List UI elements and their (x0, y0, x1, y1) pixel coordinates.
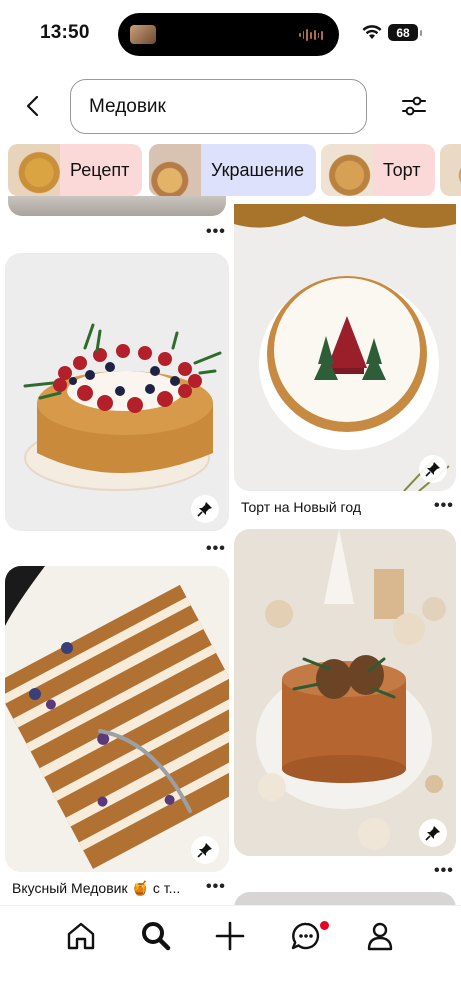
pin-caption: Торт на Новый год (241, 499, 361, 515)
create-plus-icon[interactable] (214, 920, 246, 952)
chip-thumbnail (440, 144, 461, 196)
search-icon[interactable] (140, 920, 172, 952)
related-searches-bar: Рецепт Украшение Торт (8, 144, 461, 196)
wifi-icon (362, 25, 382, 39)
status-time: 13:50 (40, 22, 90, 43)
home-icon[interactable] (65, 920, 97, 952)
chip-thumbnail (8, 144, 60, 196)
pin-image-honey-cake-berries (5, 253, 229, 531)
chip-more[interactable] (440, 144, 461, 196)
pin-image-honey-cake-slice (5, 566, 229, 872)
pin-image-winter-honey-cake (234, 529, 456, 856)
save-pin-button[interactable] (191, 836, 219, 864)
pushpin-icon (197, 843, 212, 858)
chip-decoration[interactable]: Украшение (149, 144, 316, 196)
filter-sliders-icon[interactable] (400, 94, 428, 118)
pin-card-partial[interactable] (8, 196, 226, 216)
pin-card[interactable] (5, 566, 229, 872)
save-pin-button[interactable] (419, 819, 447, 847)
messages-icon[interactable] (290, 920, 322, 952)
chip-thumbnail (149, 144, 201, 196)
chip-recipe[interactable]: Рецепт (8, 144, 142, 196)
pushpin-icon (197, 502, 212, 517)
pin-card[interactable] (234, 204, 456, 491)
pin-card[interactable] (5, 253, 229, 531)
profile-icon[interactable] (364, 920, 396, 952)
back-arrow-icon[interactable] (22, 94, 46, 118)
dynamic-island[interactable] (118, 13, 339, 56)
chip-label: Украшение (211, 159, 304, 180)
pushpin-icon (425, 462, 440, 477)
chip-label: Торт (383, 159, 421, 180)
pin-more-button[interactable]: ••• (206, 223, 226, 241)
chip-cake[interactable]: Торт (321, 144, 435, 196)
pin-more-button[interactable]: ••• (434, 862, 454, 880)
pin-card[interactable] (234, 529, 456, 856)
save-pin-button[interactable] (419, 455, 447, 483)
pin-image-new-year-cake (234, 204, 456, 491)
battery-indicator: 68 (388, 24, 422, 41)
save-pin-button[interactable] (191, 495, 219, 523)
status-bar: 13:50 68 (0, 0, 461, 64)
bottom-tab-bar (0, 905, 461, 1000)
pin-more-button[interactable]: ••• (434, 497, 454, 515)
notification-badge (320, 921, 329, 930)
chip-label: Рецепт (70, 159, 130, 180)
search-input[interactable]: Медовик (70, 79, 367, 134)
chip-thumbnail (321, 144, 373, 196)
pushpin-icon (425, 826, 440, 841)
pin-caption: Вкусный Медовик 🍯 с т... (12, 880, 181, 896)
pin-more-button[interactable]: ••• (206, 878, 226, 896)
now-playing-thumbnail (130, 25, 156, 44)
pin-more-button[interactable]: ••• (206, 540, 226, 558)
audio-wave-icon (299, 29, 324, 41)
